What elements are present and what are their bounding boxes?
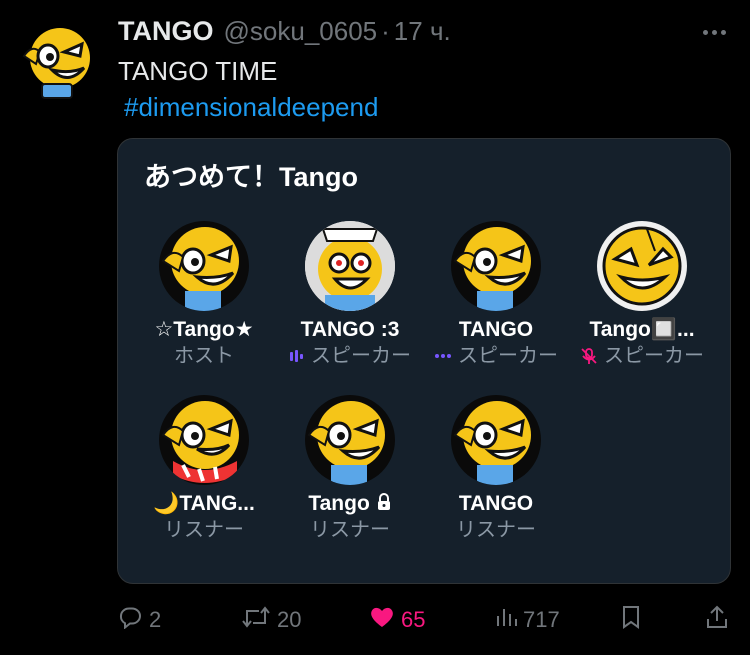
participant-avatar [451, 221, 541, 311]
role-label: スピーカー [458, 345, 558, 367]
role-label: リスナー [164, 519, 244, 541]
tweet[interactable]: TANGO @soku_0605 · 17 ч. TANGO TIME #dim… [0, 0, 750, 655]
participant-role: ホスト [129, 343, 279, 369]
role-label: リスナー [456, 519, 536, 541]
author-avatar[interactable] [18, 22, 94, 100]
participant[interactable]: 🌙TANG... リスナー [129, 395, 279, 543]
participant[interactable]: Tango🔲... スピーカー [567, 221, 717, 369]
speaking-bars-icon [289, 349, 305, 363]
share-icon [705, 604, 729, 636]
participant-name: TANGO :3 [300, 318, 400, 341]
analytics-icon [495, 606, 517, 634]
user-handle[interactable]: @soku_0605 [224, 16, 378, 47]
hashtag-link[interactable]: #dimensionaldeepend [124, 92, 378, 123]
participant-name-text: Tango [308, 492, 370, 515]
reply-icon [117, 605, 143, 635]
tweet-actions: 2 20 65 717 [117, 600, 732, 640]
retweet-count: 20 [277, 607, 302, 632]
role-label: スピーカー [604, 345, 704, 367]
participant-avatar [159, 221, 249, 311]
participant[interactable]: TANGO スピーカー [421, 221, 571, 369]
participant-role: リスナー [421, 517, 571, 543]
retweet-icon [241, 605, 271, 635]
participant-avatar [305, 221, 395, 311]
display-name[interactable]: TANGO [118, 16, 214, 47]
muted-mic-icon [580, 347, 598, 365]
retweet-button[interactable]: 20 [241, 600, 301, 640]
like-button[interactable]: 65 [369, 600, 425, 640]
heart-icon [369, 605, 395, 635]
participant-name: ☆Tango★ [154, 318, 254, 341]
participant-avatar [159, 395, 249, 485]
bookmark-button[interactable] [620, 600, 642, 640]
more-options-icon[interactable] [698, 20, 730, 44]
space-title: あつめて！Tango [144, 162, 358, 192]
participant[interactable]: TANGO :3 スピーカー [275, 221, 425, 369]
space-card[interactable]: あつめて！Tango ☆Tango★ ホスト TANGO :3 スピーカー TA… [117, 138, 731, 584]
role-label: ホスト [174, 345, 234, 367]
reply-count: 2 [149, 607, 162, 632]
dots-icon [434, 353, 452, 359]
participant-role: スピーカー [567, 343, 717, 369]
participant[interactable]: TANGO リスナー [421, 395, 571, 543]
participant-role: スピーカー [275, 343, 425, 369]
participant[interactable]: Tango リスナー [275, 395, 425, 543]
participant[interactable]: ☆Tango★ ホスト [129, 221, 279, 369]
participant-name: TANGO [458, 318, 534, 341]
participant-avatar [451, 395, 541, 485]
participant-name: 🌙TANG... [153, 492, 255, 515]
like-count: 65 [401, 607, 426, 632]
participant-name: Tango [275, 491, 425, 517]
role-label: リスナー [310, 519, 390, 541]
views-button[interactable]: 717 [495, 600, 560, 640]
participant-avatar [305, 395, 395, 485]
share-button[interactable] [705, 600, 729, 640]
views-count: 717 [523, 607, 560, 632]
lock-icon [376, 492, 392, 518]
role-label: スピーカー [311, 345, 411, 367]
participant-role: スピーカー [421, 343, 571, 369]
tweet-text: TANGO TIME [118, 56, 278, 86]
tweet-time[interactable]: 17 ч. [394, 16, 451, 47]
reply-button[interactable]: 2 [117, 600, 161, 640]
bookmark-icon [620, 604, 642, 636]
participant-avatar [597, 221, 687, 311]
participant-name: TANGO [458, 492, 534, 515]
separator-dot: · [381, 16, 390, 46]
tweet-header: TANGO @soku_0605 · 17 ч. [118, 16, 730, 50]
participant-name: Tango🔲... [589, 318, 695, 341]
participant-role: リスナー [275, 517, 425, 543]
participant-role: リスナー [129, 517, 279, 543]
